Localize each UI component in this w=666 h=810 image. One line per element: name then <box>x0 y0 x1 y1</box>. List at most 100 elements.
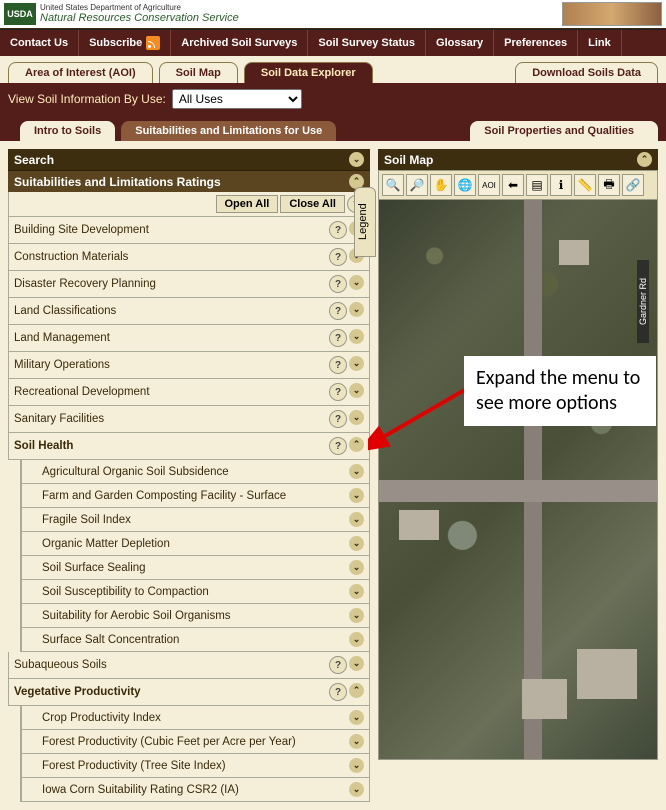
chevron-up-icon[interactable]: ⌃ <box>349 437 364 452</box>
aoi-icon[interactable]: AOI <box>478 174 500 196</box>
chevron-down-icon[interactable]: ⌄ <box>349 410 364 425</box>
help-icon[interactable]: ? <box>329 302 347 320</box>
chevron-down-icon[interactable]: ⌄ <box>349 275 364 290</box>
zoom-in-icon[interactable]: 🔍 <box>382 174 404 196</box>
category-row[interactable]: Sanitary Facilities?⌄ <box>8 406 370 433</box>
sub-item-row[interactable]: Soil Surface Sealing⌄ <box>21 556 370 580</box>
legend-tab[interactable]: Legend <box>354 187 376 257</box>
print-icon[interactable]: 🖶 <box>598 174 620 196</box>
globe-icon[interactable]: 🌐 <box>454 174 476 196</box>
sub-item-row[interactable]: Surface Salt Concentration ⌄ <box>21 628 370 652</box>
back-icon[interactable]: ⬅ <box>502 174 524 196</box>
sub-item-row[interactable]: Crop Productivity Index⌄ <box>21 706 370 730</box>
nav-status[interactable]: Soil Survey Status <box>308 30 426 56</box>
usda-logo: USDA <box>4 3 36 25</box>
sub-item-row[interactable]: Suitability for Aerobic Soil Organisms⌄ <box>21 604 370 628</box>
sub-item-label: Soil Susceptibility to Compaction <box>42 586 209 598</box>
sub-item-row[interactable]: Agricultural Organic Soil Subsidence⌄ <box>21 460 370 484</box>
subtab-properties[interactable]: Soil Properties and Qualities <box>470 121 658 141</box>
chevron-down-icon[interactable]: ⌄ <box>349 356 364 371</box>
category-label: Disaster Recovery Planning <box>14 278 156 290</box>
chevron-down-icon[interactable]: ⌄ <box>349 584 364 599</box>
chevron-down-icon[interactable]: ⌄ <box>349 608 364 623</box>
help-icon[interactable]: ? <box>329 248 347 266</box>
tab-soil-data-explorer[interactable]: Soil Data Explorer <box>244 62 373 83</box>
cat-subaqueous[interactable]: Subaqueous Soils ?⌄ <box>8 652 370 679</box>
info-icon[interactable]: ℹ <box>550 174 572 196</box>
cat-veg-prod[interactable]: Vegetative Productivity ?⌃ <box>8 679 370 706</box>
cat-soil-health[interactable]: Soil Health ?⌃ <box>8 433 370 460</box>
nav-contact[interactable]: Contact Us <box>6 30 79 56</box>
subtab-intro[interactable]: Intro to Soils <box>20 121 115 141</box>
chevron-down-icon[interactable]: ⌄ <box>349 710 364 725</box>
tab-aoi[interactable]: Area of Interest (AOI) <box>8 62 153 83</box>
sub-item-row[interactable]: Organic Matter Depletion ⌄ <box>21 532 370 556</box>
sub-item-label: Organic Matter Depletion <box>42 538 170 550</box>
tab-download[interactable]: Download Soils Data <box>515 62 658 83</box>
layers-icon[interactable]: ▤ <box>526 174 548 196</box>
chevron-up-icon[interactable]: ⌃ <box>349 683 364 698</box>
chevron-down-icon[interactable]: ⌄ <box>349 383 364 398</box>
sub-item-label: Surface Salt Concentration <box>42 634 179 646</box>
chevron-down-icon[interactable]: ⌄ <box>349 536 364 551</box>
measure-icon[interactable]: 📏 <box>574 174 596 196</box>
left-panel: Search ⌄ Suitabilities and Limitations R… <box>8 149 370 802</box>
help-icon[interactable]: ? <box>329 410 347 428</box>
chevron-up-icon[interactable]: ⌃ <box>637 152 652 167</box>
tab-soil-map[interactable]: Soil Map <box>159 62 238 83</box>
app-header: USDA United States Department of Agricul… <box>0 0 666 30</box>
category-row[interactable]: Building Site Development?⌄ <box>8 217 370 244</box>
sub-item-row[interactable]: Iowa Corn Suitability Rating CSR2 (IA)⌄ <box>21 778 370 802</box>
sub-item-row[interactable]: Soil Susceptibility to Compaction ⌄ <box>21 580 370 604</box>
nav-archived[interactable]: Archived Soil Surveys <box>171 30 308 56</box>
chevron-down-icon[interactable]: ⌄ <box>349 152 364 167</box>
help-icon[interactable]: ? <box>329 383 347 401</box>
filter-select[interactable]: All Uses <box>172 89 302 109</box>
help-icon[interactable]: ? <box>329 329 347 347</box>
subtab-suitabilities[interactable]: Suitabilities and Limitations for Use <box>121 121 336 141</box>
help-icon[interactable]: ? <box>329 356 347 374</box>
sub-item-row[interactable]: Forest Productivity (Tree Site Index)⌄ <box>21 754 370 778</box>
category-row[interactable]: Military Operations?⌄ <box>8 352 370 379</box>
chevron-down-icon[interactable]: ⌄ <box>349 488 364 503</box>
category-row[interactable]: Land Classifications?⌄ <box>8 298 370 325</box>
help-icon[interactable]: ? <box>329 683 347 701</box>
category-row[interactable]: Recreational Development?⌄ <box>8 379 370 406</box>
category-label: Land Classifications <box>14 305 116 317</box>
sub-item-row[interactable]: Fragile Soil Index⌄ <box>21 508 370 532</box>
chevron-down-icon[interactable]: ⌄ <box>349 302 364 317</box>
help-icon[interactable]: ? <box>329 275 347 293</box>
chevron-down-icon[interactable]: ⌄ <box>349 758 364 773</box>
pan-icon[interactable]: ✋ <box>430 174 452 196</box>
close-all-button[interactable]: Close All <box>280 195 345 213</box>
sub-item-row[interactable]: Farm and Garden Composting Facility - Su… <box>21 484 370 508</box>
sub-item-row[interactable]: Forest Productivity (Cubic Feet per Acre… <box>21 730 370 754</box>
help-icon[interactable]: ? <box>329 656 347 674</box>
nav-link[interactable]: Link <box>578 30 622 56</box>
zoom-out-icon[interactable]: 🔎 <box>406 174 428 196</box>
chevron-down-icon[interactable]: ⌄ <box>349 329 364 344</box>
chevron-down-icon[interactable]: ⌄ <box>349 512 364 527</box>
nav-subscribe[interactable]: Subscribe <box>79 30 171 56</box>
chevron-down-icon[interactable]: ⌄ <box>349 656 364 671</box>
chevron-down-icon[interactable]: ⌄ <box>349 464 364 479</box>
ratings-panel-header[interactable]: Suitabilities and Limitations Ratings ⌃ <box>8 170 370 192</box>
open-all-button[interactable]: Open All <box>216 195 279 213</box>
category-row[interactable]: Disaster Recovery Planning?⌄ <box>8 271 370 298</box>
chevron-down-icon[interactable]: ⌄ <box>349 560 364 575</box>
nav-subscribe-label: Subscribe <box>89 30 142 56</box>
link-icon[interactable]: 🔗 <box>622 174 644 196</box>
chevron-down-icon[interactable]: ⌄ <box>349 734 364 749</box>
category-row[interactable]: Land Management?⌄ <box>8 325 370 352</box>
sub-tabs: Intro to Soils Suitabilities and Limitat… <box>0 115 666 141</box>
nav-preferences[interactable]: Preferences <box>494 30 578 56</box>
search-panel-header[interactable]: Search ⌄ <box>8 149 370 170</box>
chevron-down-icon[interactable]: ⌄ <box>349 782 364 797</box>
category-row[interactable]: Construction Materials?⌄ <box>8 244 370 271</box>
map-view[interactable]: Gardner Rd <box>378 200 658 760</box>
nav-glossary[interactable]: Glossary <box>426 30 494 56</box>
category-list: Building Site Development?⌄Construction … <box>8 217 370 433</box>
chevron-down-icon[interactable]: ⌄ <box>349 632 364 647</box>
help-icon[interactable]: ? <box>329 437 347 455</box>
help-icon[interactable]: ? <box>329 221 347 239</box>
